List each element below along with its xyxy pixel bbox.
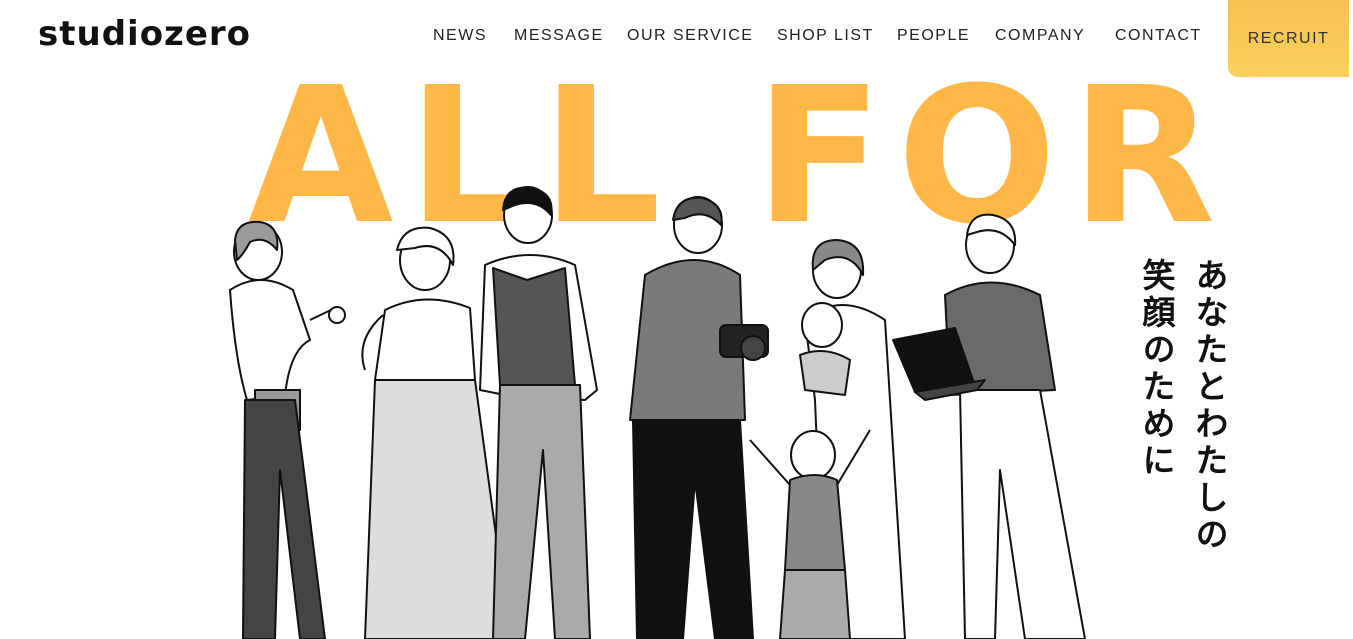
nav-company[interactable]: COMPANY: [995, 27, 1085, 45]
nav-news[interactable]: NEWS: [433, 27, 487, 45]
nav-our-service[interactable]: OUR SERVICE: [627, 27, 753, 45]
person-photographer: [629, 196, 769, 639]
nav-shop-list[interactable]: SHOP LIST: [777, 27, 874, 45]
people-illustration: [229, 186, 1086, 639]
hero-tagline-line1: あなたとわたしの: [1190, 258, 1229, 554]
nav-people[interactable]: PEOPLE: [897, 27, 970, 45]
person-hairdresser: [229, 220, 346, 639]
nav-message[interactable]: MESSAGE: [514, 27, 604, 45]
recruit-button[interactable]: RECRUIT: [1228, 0, 1349, 77]
hero-tagline-line2: 笑顔のために: [1137, 258, 1176, 480]
main-nav: NEWS MESSAGE OUR SERVICE SHOP LIST PEOPL…: [0, 27, 1353, 49]
nav-contact[interactable]: CONTACT: [1115, 27, 1202, 45]
person-man-vest: [479, 186, 598, 639]
person-man-laptop: [892, 213, 1086, 639]
